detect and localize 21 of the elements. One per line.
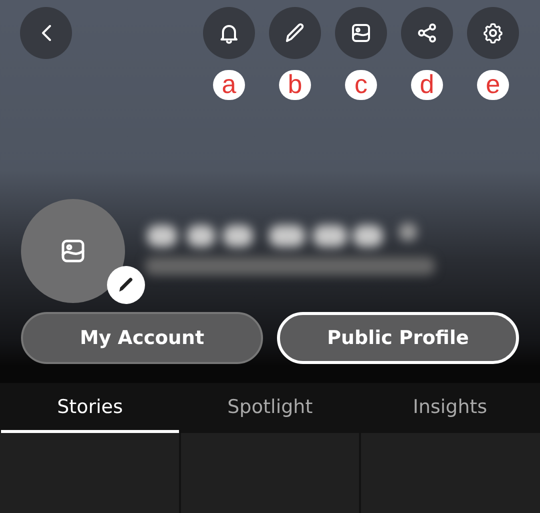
image-icon (349, 21, 373, 45)
annotation-label: d (411, 70, 443, 100)
story-tile[interactable] (180, 433, 360, 513)
share-icon (415, 21, 439, 45)
annotation-label: c (345, 70, 377, 100)
edit-button[interactable] (269, 7, 321, 59)
edit-avatar-button[interactable] (107, 266, 145, 304)
image-button[interactable] (335, 7, 387, 59)
profile-button[interactable]: Public Profile (277, 312, 519, 364)
chevron-left-icon (42, 25, 50, 41)
account-button[interactable]: My Account (21, 312, 263, 364)
annotation-label: e (477, 70, 509, 100)
annotation-label: a (213, 70, 245, 100)
settings-icon (481, 21, 505, 45)
tab[interactable]: Insights (361, 383, 539, 433)
notifications-button[interactable] (203, 7, 255, 59)
annotation-label: b (279, 70, 311, 100)
settings-button[interactable] (467, 7, 519, 59)
share-button[interactable] (401, 7, 453, 59)
story-tile[interactable] (0, 433, 179, 513)
tab[interactable]: Spotlight (181, 383, 359, 433)
